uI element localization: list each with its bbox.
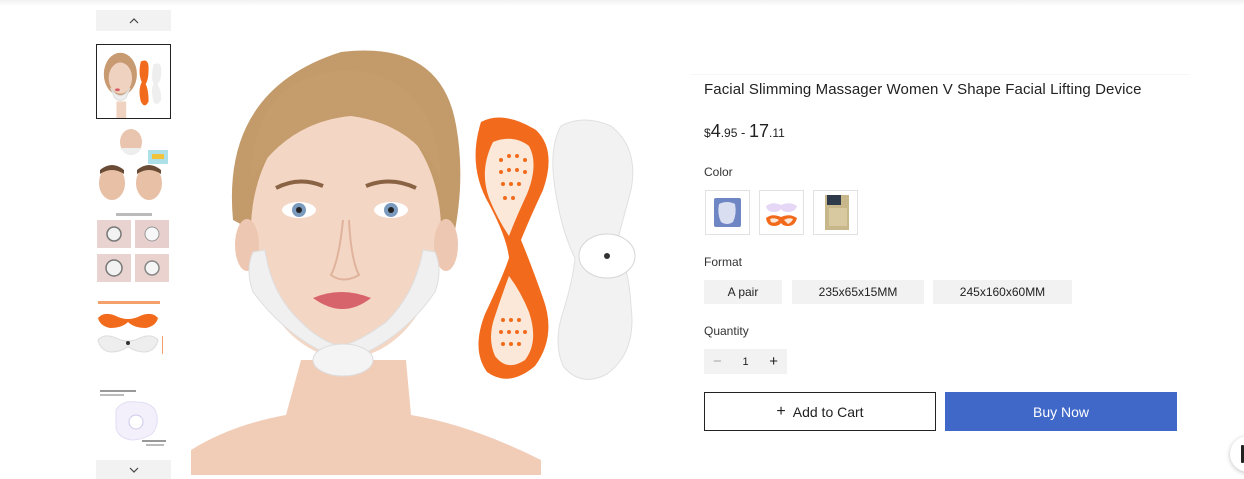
thumbnail-3[interactable]	[96, 212, 171, 287]
color-label: Color	[704, 165, 733, 179]
price-max-decimal: .11	[768, 126, 785, 140]
quantity-label: Quantity	[704, 324, 749, 338]
thumbnail-scroll-down-button[interactable]	[96, 460, 171, 479]
swatch-image-1	[709, 194, 746, 231]
price-min-integer: 4	[710, 121, 721, 141]
format-option-235x65x15mm[interactable]: 235x65x15MM	[792, 280, 924, 304]
chevron-down-icon	[129, 467, 138, 473]
product-price-range: $4.95 - 17.11	[704, 121, 785, 142]
panel-divider	[690, 74, 1190, 75]
thumbnail-5[interactable]	[96, 380, 171, 455]
color-swatch-boxed-device[interactable]	[813, 190, 858, 235]
product-photo	[191, 30, 661, 475]
format-option-a-pair[interactable]: A pair	[704, 280, 782, 304]
swatch-image-2	[763, 194, 800, 231]
thumbnail-1-image	[97, 45, 170, 118]
top-shade	[0, 0, 1244, 6]
thumbnail-5-image	[96, 380, 171, 455]
thumbnail-scroll-up-button[interactable]	[96, 10, 171, 31]
price-separator: -	[737, 125, 749, 140]
format-option-245x160x60mm[interactable]: 245x160x60MM	[933, 280, 1072, 304]
color-swatch-orange-pad[interactable]	[759, 190, 804, 235]
quantity-decrease-button[interactable]: −	[713, 354, 722, 369]
add-to-cart-button[interactable]: + Add to Cart	[704, 392, 936, 431]
price-min-decimal: .95	[720, 126, 738, 140]
add-to-cart-label: Add to Cart	[792, 403, 864, 420]
thumbnail-2-image	[96, 128, 171, 203]
thumbnail-4-image	[96, 296, 171, 371]
color-swatch-blue-white-device[interactable]	[705, 190, 750, 235]
chat-widget-button[interactable]	[1230, 436, 1244, 472]
price-currency: $	[704, 126, 711, 140]
thumbnail-1[interactable]	[96, 44, 171, 119]
chevron-up-icon	[129, 18, 138, 24]
quantity-increase-button[interactable]: +	[769, 354, 778, 369]
main-product-image[interactable]	[191, 30, 661, 475]
product-title: Facial Slimming Massager Women V Shape F…	[704, 81, 1142, 98]
buy-now-label: Buy Now	[1032, 403, 1090, 420]
buy-now-button[interactable]: Buy Now	[945, 392, 1177, 431]
plus-icon: +	[776, 402, 786, 420]
price-max-integer: 17	[748, 121, 769, 141]
quantity-stepper: − 1 +	[704, 349, 787, 374]
thumbnail-2[interactable]	[96, 128, 171, 203]
quantity-value[interactable]: 1	[742, 356, 748, 368]
thumbnail-4[interactable]	[96, 296, 171, 371]
thumbnail-3-image	[96, 212, 171, 287]
format-label: Format	[704, 255, 743, 269]
swatch-image-3	[817, 194, 854, 231]
